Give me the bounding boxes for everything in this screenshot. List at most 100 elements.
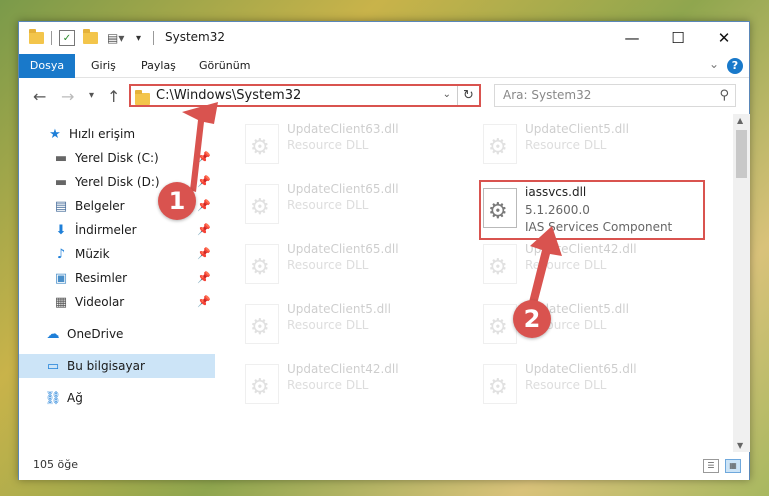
sidebar-item-label: Yerel Disk (C:) [75, 151, 159, 165]
dll-file-icon: ⚙ [483, 124, 517, 164]
new-folder-icon[interactable] [83, 29, 98, 46]
drive-icon: ▬ [54, 150, 68, 166]
dll-file-icon: ⚙ [483, 364, 517, 404]
sidebar-item-label: Ağ [67, 391, 83, 405]
divider [51, 31, 52, 45]
refresh-button[interactable]: ↻ [457, 86, 479, 105]
sidebar-item-pictures[interactable]: ▣ Resimler 📌 [19, 266, 215, 290]
cloud-icon: ☁ [46, 326, 60, 342]
pin-icon[interactable]: 📌 [197, 199, 211, 212]
help-icon[interactable]: ? [727, 58, 743, 74]
chevron-down-icon[interactable]: ⌄ [443, 89, 451, 100]
file-type: Resource DLL [525, 138, 607, 152]
tab-file[interactable]: Dosya [19, 54, 75, 78]
file-type: Resource DLL [525, 258, 607, 272]
file-name: UpdateClient65.dll [287, 182, 399, 196]
close-button[interactable]: ✕ [701, 22, 747, 54]
file-name: UpdateClient42.dll [525, 242, 637, 256]
dll-file-icon: ⚙ [483, 304, 517, 344]
file-type: Resource DLL [287, 318, 369, 332]
pictures-icon: ▣ [54, 270, 68, 286]
address-path[interactable]: C:\Windows\System32 [156, 88, 301, 103]
properties-icon[interactable]: ✓ [59, 30, 75, 46]
sidebar-item-downloads[interactable]: ⬇ İndirmeler 📌 [19, 218, 215, 242]
sidebar-item-network[interactable]: ⛓ Ağ [19, 386, 215, 410]
file-item[interactable]: ⚙ UpdateClient63.dll Resource DLL [239, 118, 469, 170]
file-item[interactable]: ⚙ UpdateClient5.dll Resource DLL [477, 298, 707, 350]
pin-icon[interactable]: 📌 [197, 223, 211, 236]
folder-icon [135, 90, 150, 105]
item-count: 105 öğe [33, 458, 78, 471]
tab-share[interactable]: Paylaş [131, 54, 186, 78]
minimize-button[interactable]: — [609, 22, 655, 54]
address-bar[interactable]: C:\Windows\System32 ⌄ ↻ [129, 84, 481, 107]
maximize-button[interactable]: ☐ [655, 22, 701, 54]
music-icon: ♪ [56, 246, 66, 262]
file-list: ⚙ UpdateClient63.dll Resource DLL ⚙ Upda… [215, 114, 733, 452]
drive-icon: ▬ [54, 174, 68, 190]
vertical-scrollbar[interactable]: ▲ ▼ [733, 114, 750, 452]
file-item[interactable]: ⚙ UpdateClient42.dll Resource DLL [239, 358, 469, 410]
window-title: System32 [165, 30, 226, 44]
scroll-up-icon[interactable]: ▲ [737, 116, 743, 125]
sidebar-item-music[interactable]: ♪ Müzik 📌 [19, 242, 215, 266]
pin-icon[interactable]: 📌 [197, 247, 211, 260]
navigation-bar: ← → ▾ ↑ C:\Windows\System32 ⌄ ↻ Ara: Sys… [19, 78, 749, 114]
file-type: Resource DLL [287, 378, 369, 392]
file-item[interactable]: ⚙ UpdateClient42.dll Resource DLL [477, 238, 707, 290]
back-button[interactable]: ← [33, 87, 46, 106]
view-icon[interactable]: ▤▾ [107, 30, 124, 46]
details-view-icon[interactable]: ☰ [703, 459, 719, 473]
pin-icon[interactable]: 📌 [197, 175, 211, 188]
folder-icon [29, 29, 44, 46]
computer-icon: ▭ [46, 358, 60, 374]
step-marker-1: 1 [158, 182, 196, 220]
sidebar-item-label: Yerel Disk (D:) [75, 175, 160, 189]
scroll-down-icon[interactable]: ▼ [737, 441, 743, 450]
file-name: UpdateClient63.dll [287, 122, 399, 136]
title-bar: ✓ ▤▾ ▾ System32 — ☐ ✕ [19, 22, 749, 54]
sidebar-item-label: Bu bilgisayar [67, 359, 145, 373]
file-item[interactable]: ⚙ UpdateClient65.dll Resource DLL [239, 178, 469, 230]
file-item[interactable]: ⚙ UpdateClient5.dll Resource DLL [477, 118, 707, 170]
ribbon-tabs: Dosya Giriş Paylaş Görünüm ⌄ ? [19, 54, 749, 78]
up-button[interactable]: ↑ [107, 87, 120, 106]
sidebar-item-videos[interactable]: ▦ Videolar 📌 [19, 290, 215, 314]
search-icon[interactable]: ⚲ [719, 88, 729, 103]
recent-locations-button[interactable]: ▾ [89, 90, 94, 101]
tiles-view-icon[interactable]: ▦ [725, 459, 741, 473]
pin-icon[interactable]: 📌 [197, 271, 211, 284]
file-name: UpdateClient42.dll [287, 362, 399, 376]
status-bar: 105 öğe ☰ ▦ [19, 452, 749, 480]
file-name: UpdateClient5.dll [525, 122, 629, 136]
file-item[interactable]: ⚙ UpdateClient65.dll Resource DLL [477, 358, 707, 410]
ribbon-collapse-icon[interactable]: ⌄ [709, 57, 719, 71]
file-type: Resource DLL [525, 378, 607, 392]
sidebar-item-onedrive[interactable]: ☁ OneDrive [19, 322, 215, 346]
pin-icon[interactable]: 📌 [197, 295, 211, 308]
customize-toolbar-icon[interactable]: ▾ [136, 30, 141, 46]
forward-button[interactable]: → [61, 87, 74, 106]
tab-view[interactable]: Görünüm [189, 54, 260, 78]
sidebar-item-quick-access[interactable]: ★ Hızlı erişim [19, 122, 215, 146]
file-item[interactable]: ⚙ UpdateClient5.dll Resource DLL [239, 298, 469, 350]
file-name: UpdateClient65.dll [287, 242, 399, 256]
file-item[interactable]: ⚙ UpdateClient65.dll Resource DLL [239, 238, 469, 290]
step-marker-2: 2 [513, 300, 551, 338]
tab-home[interactable]: Giriş [81, 54, 126, 78]
sidebar-item-label: OneDrive [67, 327, 124, 341]
sidebar-item-label: Müzik [75, 247, 110, 261]
sidebar-item-label: Hızlı erişim [69, 127, 136, 141]
sidebar-item-disk-c[interactable]: ▬ Yerel Disk (C:) 📌 [19, 146, 215, 170]
sidebar-item-this-pc[interactable]: ▭ Bu bilgisayar [19, 354, 215, 378]
videos-icon: ▦ [54, 294, 68, 310]
navigation-pane: ★ Hızlı erişim ▬ Yerel Disk (C:) 📌 ▬ Yer… [19, 114, 215, 452]
highlight-box [479, 180, 705, 240]
dll-file-icon: ⚙ [245, 364, 279, 404]
sidebar-item-label: İndirmeler [75, 223, 137, 237]
search-box[interactable]: Ara: System32 ⚲ [494, 84, 736, 107]
pin-icon[interactable]: 📌 [197, 151, 211, 164]
scroll-thumb[interactable] [736, 130, 747, 178]
search-input[interactable]: Ara: System32 [503, 88, 591, 102]
file-type: Resource DLL [287, 258, 369, 272]
